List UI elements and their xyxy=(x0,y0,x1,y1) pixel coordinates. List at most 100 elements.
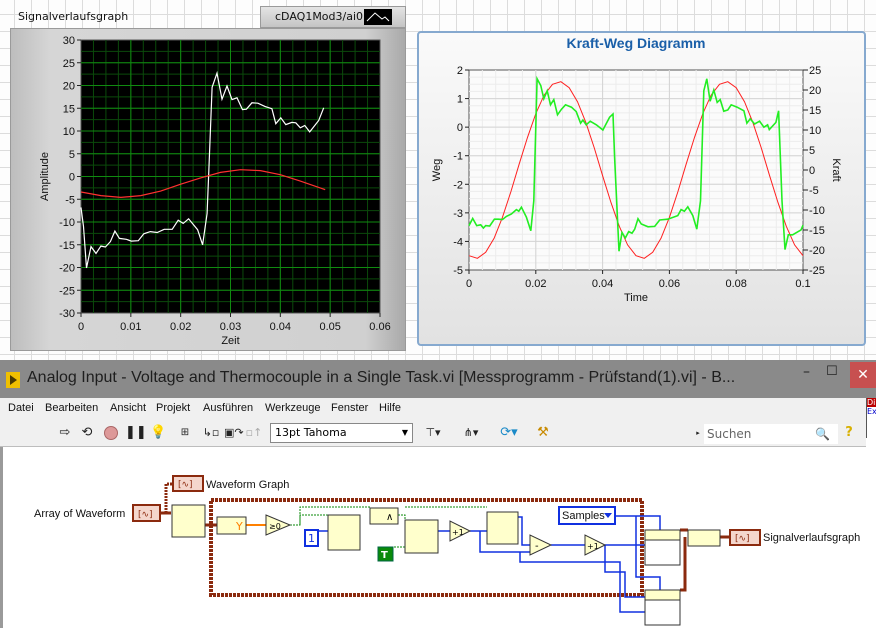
increment-label: +1 xyxy=(452,528,464,537)
menu-werkzeuge[interactable]: Werkzeuge xyxy=(265,402,320,414)
and-node[interactable] xyxy=(369,507,399,525)
y2-tick-label: -20 xyxy=(809,245,825,257)
y2-tick-label: 25 xyxy=(809,65,821,77)
samples-value: Samples xyxy=(562,510,605,522)
window-title: Analog Input - Voltage and Thermocouple … xyxy=(27,369,736,386)
y2-tick-label: 5 xyxy=(809,145,815,157)
x-tick-label: 0.02 xyxy=(525,278,546,290)
y-tick-label: -1 xyxy=(453,151,463,163)
y-tick-label: -20 xyxy=(59,263,75,275)
y-axis-label: Weg xyxy=(431,159,443,181)
font-value: 13pt Tahoma xyxy=(275,426,347,439)
menu-ausfuehren[interactable]: Ausführen xyxy=(203,402,253,414)
y2-tick-label: 15 xyxy=(809,105,821,117)
y2-tick-label: 20 xyxy=(809,85,821,97)
chart-title: Kraft-Weg Diagramm xyxy=(567,35,706,51)
toolbar-overflow-icon[interactable]: ▸ xyxy=(694,423,702,443)
menu-fenster[interactable]: Fenster xyxy=(331,402,368,414)
y2-tick-label: -15 xyxy=(809,225,825,237)
y-tick-label: 5 xyxy=(69,149,75,161)
y-tick-label: -5 xyxy=(65,194,75,206)
menu-bar: Datei Bearbeiten Ansicht Projekt Ausführ… xyxy=(0,398,866,420)
signalverlaufsgraph-terminal-label: Signalverlaufsgraph xyxy=(763,532,860,544)
y2-tick-label: -25 xyxy=(809,265,825,277)
distribute-icon[interactable]: ⋔▾ xyxy=(458,423,484,443)
x-tick-label: 0.08 xyxy=(725,278,746,290)
help-icon[interactable]: ? xyxy=(842,423,856,443)
y-tick-label: 30 xyxy=(63,35,75,47)
true-constant-label: T xyxy=(381,550,388,561)
y2-tick-label: -10 xyxy=(809,205,825,217)
y-tick-label: -5 xyxy=(453,265,463,277)
x-tick-label: 0.02 xyxy=(170,321,191,333)
subtract-label: - xyxy=(535,541,539,552)
y-tick-label: 10 xyxy=(63,126,75,138)
y-tick-label: 15 xyxy=(63,103,75,115)
waveform-terminal-glyph: [∿] xyxy=(138,510,153,520)
increment-label: +1 xyxy=(587,542,599,551)
menu-bearbeiten[interactable]: Bearbeiten xyxy=(45,402,98,414)
x-axis-label: Zeit xyxy=(221,335,239,347)
search-array-node[interactable] xyxy=(404,519,439,554)
express-node-header xyxy=(644,529,681,541)
y-tick-label: 0 xyxy=(457,122,463,134)
y-tick-label: -4 xyxy=(453,236,463,248)
align-icon[interactable]: ⊤▾ xyxy=(420,423,446,443)
run-continuously-icon[interactable]: ⟲ xyxy=(78,423,96,443)
y-tick-label: 1 xyxy=(457,94,463,106)
search-placeholder: Suchen xyxy=(707,427,752,441)
ge-zero-label: ≥0 xyxy=(269,522,281,531)
y-tick-label: -30 xyxy=(59,308,75,320)
get-y-label: Y xyxy=(235,520,243,533)
y-axis-label: Amplitude xyxy=(39,152,51,201)
y-tick-label: 0 xyxy=(69,172,75,184)
search-icon[interactable]: 🔍 xyxy=(815,424,830,444)
x-tick-label: 0.03 xyxy=(220,321,241,333)
menu-ansicht[interactable]: Ansicht xyxy=(110,402,146,414)
labview-vi-icon xyxy=(6,372,20,388)
y-tick-label: -25 xyxy=(59,285,75,297)
numeric-constant-value: 1 xyxy=(308,532,315,545)
menu-projekt[interactable]: Projekt xyxy=(156,402,190,414)
x-tick-label: 0.06 xyxy=(659,278,680,290)
y-tick-label: 20 xyxy=(63,81,75,93)
close-button[interactable]: ✕ xyxy=(850,362,876,388)
toolbar: ⇨ ⟲ ❚❚ 💡 ⊞ ↳▫ ▣↷ ▫↑ 13pt Tahoma ▼ ⊤▾ ⋔▾ ⟳… xyxy=(0,420,866,447)
x-axis-label: Time xyxy=(624,292,648,304)
minimize-button[interactable]: – xyxy=(803,364,810,380)
menu-datei[interactable]: Datei xyxy=(8,402,34,414)
menu-hilfe[interactable]: Hilfe xyxy=(379,402,401,414)
waveform-graph-terminal-label: Waveform Graph xyxy=(206,479,289,491)
step-into-icon[interactable]: ↳▫ xyxy=(202,423,220,443)
search-array-node[interactable] xyxy=(486,511,519,545)
y-tick-label: -2 xyxy=(453,179,463,191)
search-input[interactable]: Suchen 🔍 xyxy=(704,424,838,444)
cleanup-diagram-icon[interactable]: ⚒ xyxy=(532,423,554,443)
y2-tick-label: -5 xyxy=(809,185,819,197)
step-out-icon[interactable]: ▫↑ xyxy=(245,423,263,443)
build-array-node[interactable] xyxy=(687,529,721,547)
subtract-node[interactable] xyxy=(529,534,553,556)
abort-icon[interactable] xyxy=(104,426,118,440)
retain-wire-values-icon[interactable]: ⊞ xyxy=(176,423,194,443)
x-tick-label: 0.06 xyxy=(369,321,390,333)
index-array-node[interactable] xyxy=(171,504,206,538)
side-window-line: Di xyxy=(867,398,876,407)
waveform-terminal-glyph: [∿] xyxy=(178,480,193,490)
step-over-icon[interactable]: ▣↷ xyxy=(224,423,244,443)
context-help-window[interactable]: Di Ex xyxy=(866,398,876,438)
x-tick-label: 0.05 xyxy=(319,321,340,333)
array-of-waveform-label: Array of Waveform xyxy=(34,508,125,520)
pause-icon[interactable]: ❚❚ xyxy=(125,423,147,443)
maximize-button[interactable]: ☐ xyxy=(826,364,838,379)
run-arrow-icon[interactable]: ⇨ xyxy=(57,423,73,443)
y2-axis-label: Kraft xyxy=(830,158,842,181)
x-tick-label: 0 xyxy=(466,278,472,290)
and-label: ∧ xyxy=(386,512,393,523)
array-subset-node[interactable] xyxy=(327,514,361,551)
font-dropdown[interactable]: 13pt Tahoma ▼ xyxy=(270,423,413,443)
highlight-execution-icon[interactable]: 💡 xyxy=(150,423,166,443)
reorder-icon[interactable]: ⟳▾ xyxy=(496,423,522,443)
x-tick-label: 0.04 xyxy=(592,278,613,290)
waveform-terminal-glyph: [∿] xyxy=(735,534,750,544)
